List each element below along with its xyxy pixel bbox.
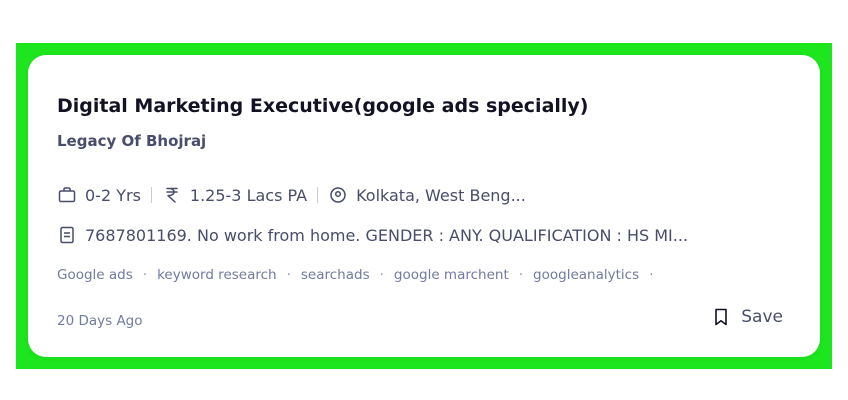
tag-item[interactable]: searchads [301, 267, 370, 283]
tag-item[interactable]: google marchent [394, 267, 509, 283]
salary-value: 1.25-3 Lacs PA [189, 185, 308, 205]
location: Kolkata, West Beng... [328, 185, 526, 205]
tag-separator: · [286, 267, 291, 283]
job-description[interactable]: 7687801169. No work from home. GENDER : … [57, 225, 688, 245]
skill-tags: Google ads · keyword research · searchad… [57, 267, 663, 283]
briefcase-icon [57, 185, 77, 205]
divider [317, 187, 319, 203]
posted-date: 20 Days Ago [57, 313, 143, 329]
job-title[interactable]: Digital Marketing Executive(google ads s… [57, 95, 589, 117]
tag-separator: · [649, 267, 654, 283]
tag-item[interactable]: Google ads [57, 267, 133, 283]
salary: 1.25-3 Lacs PA [162, 185, 307, 205]
divider [150, 187, 152, 203]
rupee-icon [162, 185, 182, 205]
save-label: Save [741, 307, 783, 327]
tag-separator: · [379, 267, 384, 283]
save-button[interactable]: Save [711, 307, 783, 327]
tag-separator: · [142, 267, 148, 283]
tag-item[interactable]: googleanalytics [533, 267, 639, 283]
job-card[interactable]: Digital Marketing Executive(google ads s… [28, 55, 820, 357]
tag-item[interactable]: keyword research [157, 267, 277, 283]
document-icon [57, 225, 77, 245]
job-meta-row: 0-2 Yrs 1.25-3 Lacs PA Kolkata, West Ben… [57, 185, 526, 205]
company-name[interactable]: Legacy Of Bhojraj [57, 132, 206, 150]
location-value: Kolkata, West Beng... [356, 185, 526, 205]
tag-separator: · [518, 267, 524, 283]
highlight-frame: Digital Marketing Executive(google ads s… [16, 43, 832, 369]
experience-value: 0-2 Yrs [85, 185, 141, 205]
bookmark-icon [711, 307, 731, 327]
description-text: 7687801169. No work from home. GENDER : … [85, 225, 689, 245]
experience: 0-2 Yrs [57, 185, 141, 205]
location-pin-icon [328, 185, 348, 205]
